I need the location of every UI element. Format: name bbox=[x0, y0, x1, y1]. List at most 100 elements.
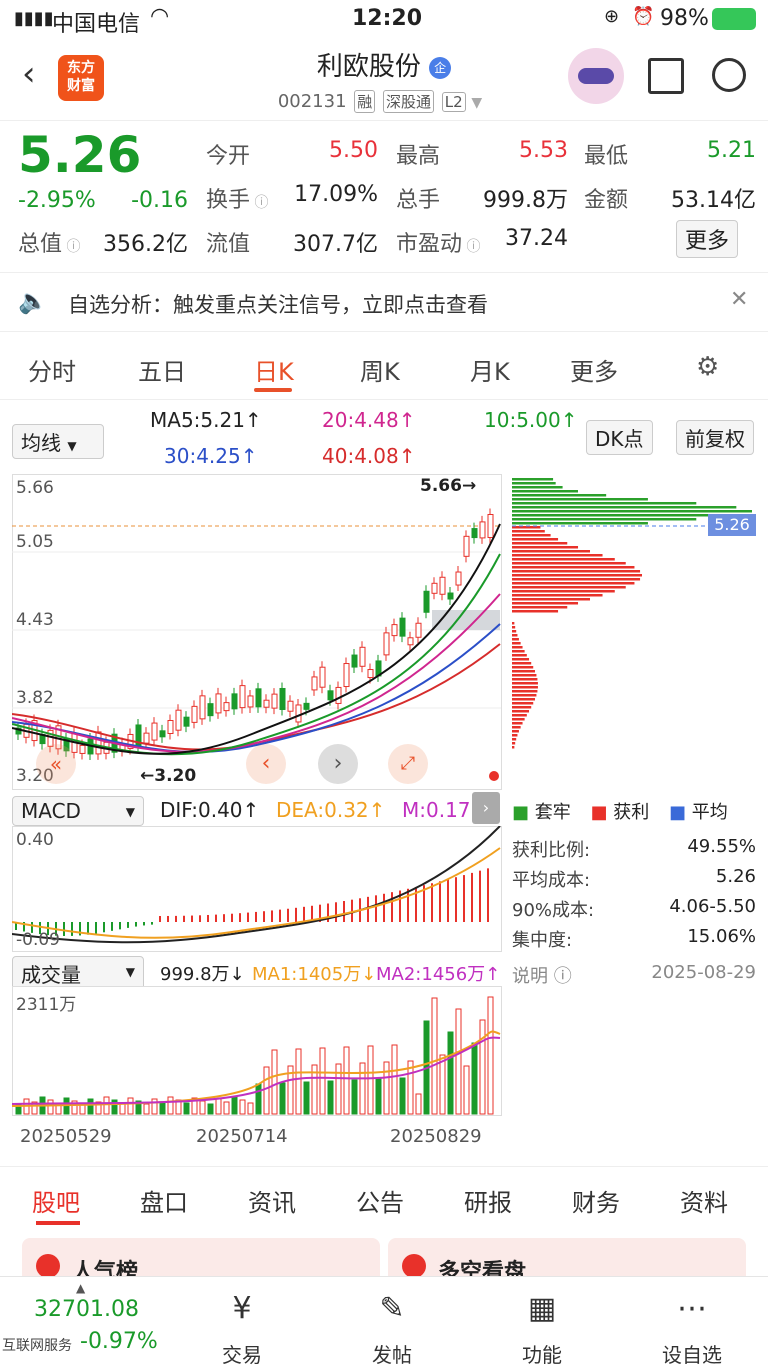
tab-research[interactable]: 研报 bbox=[464, 1183, 512, 1218]
active-tab-indicator bbox=[36, 1221, 80, 1225]
popularity-card[interactable]: 人气榜 bbox=[22, 1238, 380, 1285]
chip-price-tag: 5.26 bbox=[708, 514, 756, 536]
ma5-value: MA5:5.21↑ bbox=[150, 408, 262, 432]
enterprise-badge: 企 bbox=[429, 56, 452, 79]
chip-bar bbox=[512, 490, 578, 493]
bull-bear-card[interactable]: 多空看盘 bbox=[388, 1238, 746, 1285]
kline-chart[interactable] bbox=[12, 474, 502, 790]
ma30-value: 30:4.25↑ bbox=[164, 444, 258, 468]
chevron-left-icon[interactable]: ‹ bbox=[246, 744, 286, 784]
open-value: 5.50 bbox=[329, 138, 378, 163]
index-change: -0.97% bbox=[80, 1329, 158, 1354]
tag-level2: L2 bbox=[441, 92, 466, 112]
candle bbox=[215, 693, 222, 714]
trade-tab[interactable]: 交易 bbox=[192, 1339, 292, 1366]
chart-icon bbox=[36, 1254, 60, 1278]
macd-selector[interactable]: MACD ▼ bbox=[12, 796, 144, 826]
analysis-banner[interactable]: 🔈 自选分析：触发重点关注信号，立即点击查看 ✕ bbox=[0, 272, 768, 332]
index-value[interactable]: 32701.08 bbox=[34, 1297, 139, 1322]
content-tabs: 股吧 盘口 资讯 公告 研报 财务 资料 bbox=[0, 1166, 768, 1230]
volume-bar bbox=[383, 1061, 390, 1115]
chip-note[interactable]: 说明 ⓘ bbox=[512, 962, 572, 988]
app-logo: 东方 财富 bbox=[58, 55, 104, 101]
speaker-icon: 🔈 bbox=[18, 287, 48, 315]
chip-stat-value-1: 49.55% bbox=[687, 836, 756, 857]
chip-bar bbox=[512, 630, 517, 633]
tab-order-book[interactable]: 盘口 bbox=[140, 1183, 188, 1218]
stock-subtitle[interactable]: 002131 融 深股通 L2 ▼ bbox=[230, 90, 530, 113]
chip-bar bbox=[512, 530, 545, 533]
chip-bar bbox=[512, 562, 626, 565]
volume-bar bbox=[255, 1083, 262, 1115]
rewind-icon[interactable]: « bbox=[36, 744, 76, 784]
tab-finance[interactable]: 财务 bbox=[572, 1183, 620, 1218]
close-icon[interactable]: ✕ bbox=[730, 287, 748, 312]
candle bbox=[479, 521, 486, 539]
assistant-avatar-icon[interactable] bbox=[568, 48, 624, 104]
change-amount: -0.16 bbox=[131, 188, 188, 213]
tab-profile[interactable]: 资料 bbox=[680, 1183, 728, 1218]
chevron-right-icon[interactable]: › bbox=[318, 744, 358, 784]
add-watchlist-icon[interactable]: ⋯ bbox=[642, 1291, 742, 1326]
date-label-1: 20250529 bbox=[20, 1126, 112, 1147]
tab-intraday[interactable]: 分时 bbox=[28, 352, 76, 387]
tab-daily-k[interactable]: 日K bbox=[254, 352, 294, 387]
functions-tab[interactable]: 功能 bbox=[492, 1339, 592, 1366]
back-icon[interactable]: ‹ bbox=[22, 54, 36, 94]
candle bbox=[271, 693, 278, 709]
trade-icon[interactable]: ¥ bbox=[192, 1291, 292, 1326]
change-percent: -2.95% bbox=[18, 188, 96, 213]
volume-bar bbox=[391, 1044, 398, 1115]
expand-panel-icon[interactable]: › bbox=[472, 792, 500, 824]
candle bbox=[391, 624, 398, 637]
price-gap-zone bbox=[432, 610, 500, 630]
volume-chart bbox=[12, 986, 502, 1116]
candle bbox=[455, 571, 462, 586]
candle bbox=[159, 730, 166, 738]
tab-five-day[interactable]: 五日 bbox=[138, 352, 186, 387]
tab-monthly-k[interactable]: 月K bbox=[470, 352, 510, 387]
post-icon[interactable]: ✎ bbox=[342, 1291, 442, 1326]
candle bbox=[383, 632, 390, 656]
tab-news[interactable]: 资讯 bbox=[248, 1183, 296, 1218]
price-adjust-button[interactable]: 前复权 bbox=[676, 420, 754, 455]
expand-icon[interactable]: ⤢ bbox=[388, 744, 428, 784]
settings-gear-icon[interactable]: ⚙ bbox=[696, 352, 719, 382]
share-icon[interactable] bbox=[648, 58, 684, 94]
volume-bar bbox=[103, 1096, 110, 1115]
tab-announcements[interactable]: 公告 bbox=[356, 1183, 404, 1218]
chip-bar bbox=[512, 534, 551, 537]
search-icon[interactable] bbox=[712, 58, 746, 92]
candle bbox=[191, 705, 198, 723]
tab-weekly-k[interactable]: 周K bbox=[360, 352, 400, 387]
y-label-3: 4.43 bbox=[16, 610, 54, 630]
ma-selector[interactable]: 均线 ▼ bbox=[12, 424, 104, 459]
amount-label: 金额 bbox=[584, 188, 629, 213]
candle bbox=[167, 719, 174, 734]
functions-icon[interactable]: ▦ bbox=[492, 1291, 592, 1326]
candle bbox=[207, 703, 214, 717]
chip-bar bbox=[512, 570, 641, 573]
post-tab[interactable]: 发帖 bbox=[342, 1339, 442, 1366]
chip-bar bbox=[512, 486, 563, 489]
chip-bar bbox=[512, 662, 532, 665]
chevron-down-icon: ▼ bbox=[471, 95, 483, 111]
tab-guba[interactable]: 股吧 bbox=[32, 1183, 80, 1218]
candle bbox=[279, 687, 286, 710]
volume-y-top: 2311万 bbox=[16, 995, 77, 1015]
stock-code: 002131 bbox=[277, 91, 347, 112]
candle bbox=[255, 688, 262, 708]
chip-bar bbox=[512, 642, 521, 645]
tab-more[interactable]: 更多 bbox=[570, 352, 618, 387]
candle bbox=[303, 702, 310, 710]
chip-bar bbox=[512, 746, 515, 749]
candle bbox=[431, 582, 438, 594]
chip-bar bbox=[512, 726, 521, 729]
chip-bar bbox=[512, 586, 626, 589]
add-watchlist-tab[interactable]: 设自选 bbox=[642, 1339, 742, 1366]
more-button[interactable]: 更多 bbox=[676, 220, 739, 258]
low-marker: ←3.20 bbox=[140, 766, 197, 786]
dk-points-button[interactable]: DK点 bbox=[586, 420, 653, 455]
chip-bar bbox=[512, 686, 538, 689]
chip-stat-value-3: 4.06-5.50 bbox=[669, 896, 756, 917]
